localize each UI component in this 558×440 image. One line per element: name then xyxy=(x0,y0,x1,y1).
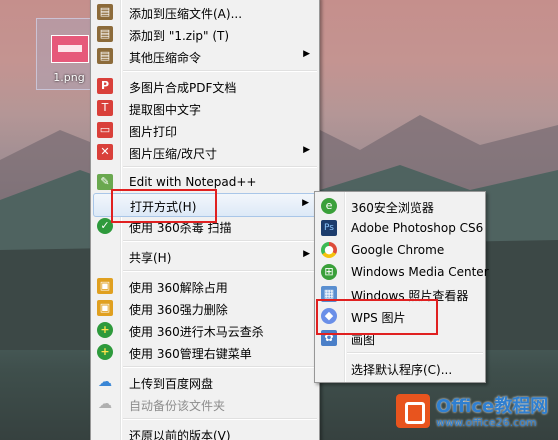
menu-separator xyxy=(123,240,317,242)
text-extract-icon: T xyxy=(97,100,113,116)
submenu-item-chrome[interactable]: ● Google Chrome xyxy=(317,239,483,261)
watermark-title: Office教程网 xyxy=(436,396,549,417)
menu-item-merge-pdf[interactable]: P 多图片合成PDF文档 xyxy=(93,75,317,97)
pdf-icon: P xyxy=(97,78,113,94)
submenu-arrow-icon: ▶ xyxy=(302,198,309,208)
red-highlight-open-with xyxy=(111,189,217,223)
menu-item-print-image[interactable]: ▭ 图片打印 xyxy=(93,119,317,141)
image-thumbnail-icon xyxy=(51,35,89,63)
menu-item-restore-version[interactable]: 还原以前的版本(V) xyxy=(93,423,317,440)
menu-separator xyxy=(123,166,317,168)
submenu-item-360-browser[interactable]: e 360安全浏览器 xyxy=(317,195,483,217)
unlock-icon: ▣ xyxy=(97,278,113,294)
media-center-icon: ⊞ xyxy=(321,264,337,280)
menu-item-360-manage-menu[interactable]: + 使用 360管理右键菜单 xyxy=(93,341,317,363)
menu-item-auto-backup[interactable]: ☁ 自动备份该文件夹 xyxy=(93,393,317,415)
menu-item-compress-resize[interactable]: ✕ 图片压缩/改尺寸 ▶ xyxy=(93,141,317,163)
open-with-submenu: e 360安全浏览器 Ps Adobe Photoshop CS6 ● Goog… xyxy=(314,191,489,383)
menu-item-share[interactable]: 共享(H) ▶ xyxy=(93,245,317,267)
submenu-arrow-icon: ▶ xyxy=(303,249,310,259)
resize-icon: ✕ xyxy=(97,144,113,160)
archive-icon: ▤ xyxy=(97,4,113,20)
menu-separator xyxy=(123,270,317,272)
desktop-background: 1.png ▤ 添加到压缩文件(A)... ▤ 添加到 "1.zip" (T) … xyxy=(0,0,558,440)
submenu-item-choose-default[interactable]: 选择默认程序(C)... xyxy=(317,357,483,379)
submenu-arrow-icon: ▶ xyxy=(303,49,310,59)
delete-icon: ▣ xyxy=(97,300,113,316)
menu-separator xyxy=(123,418,317,420)
menu-item-other-compress[interactable]: ▤ 其他压缩命令 ▶ xyxy=(93,45,317,67)
browser-360-icon: e xyxy=(321,198,337,214)
menu-item-360-unlock[interactable]: ▣ 使用 360解除占用 xyxy=(93,275,317,297)
submenu-arrow-icon: ▶ xyxy=(303,145,310,155)
menu-item-add-to-archive[interactable]: ▤ 添加到压缩文件(A)... xyxy=(93,1,317,23)
cloud-icon: ☁ xyxy=(98,396,112,412)
cloud-icon: ☁ xyxy=(98,374,112,390)
submenu-item-media-center[interactable]: ⊞ Windows Media Center xyxy=(317,261,489,283)
office-logo-icon xyxy=(396,394,430,428)
plus-icon: + xyxy=(97,344,113,360)
photoshop-icon: Ps xyxy=(321,220,337,236)
menu-separator xyxy=(347,352,483,354)
menu-separator xyxy=(123,366,317,368)
menu-item-360-trojan-scan[interactable]: + 使用 360进行木马云查杀 xyxy=(93,319,317,341)
menu-item-360-delete[interactable]: ▣ 使用 360强力删除 xyxy=(93,297,317,319)
plus-icon: + xyxy=(97,322,113,338)
menu-item-add-to-zip[interactable]: ▤ 添加到 "1.zip" (T) xyxy=(93,23,317,45)
watermark: Office教程网 www.office26.com xyxy=(390,386,558,440)
menu-separator xyxy=(123,70,317,72)
archive-icon: ▤ xyxy=(97,48,113,64)
menu-item-extract-text[interactable]: T 提取图中文字 xyxy=(93,97,317,119)
notepad-icon: ✎ xyxy=(97,174,113,190)
watermark-url: www.office26.com xyxy=(436,416,537,429)
red-highlight-wps-picture xyxy=(316,299,438,335)
submenu-item-photoshop[interactable]: Ps Adobe Photoshop CS6 xyxy=(317,217,483,239)
chrome-icon: ● xyxy=(321,242,337,258)
menu-item-upload-baidu[interactable]: ☁ 上传到百度网盘 xyxy=(93,371,317,393)
archive-icon: ▤ xyxy=(97,26,113,42)
print-icon: ▭ xyxy=(97,122,113,138)
